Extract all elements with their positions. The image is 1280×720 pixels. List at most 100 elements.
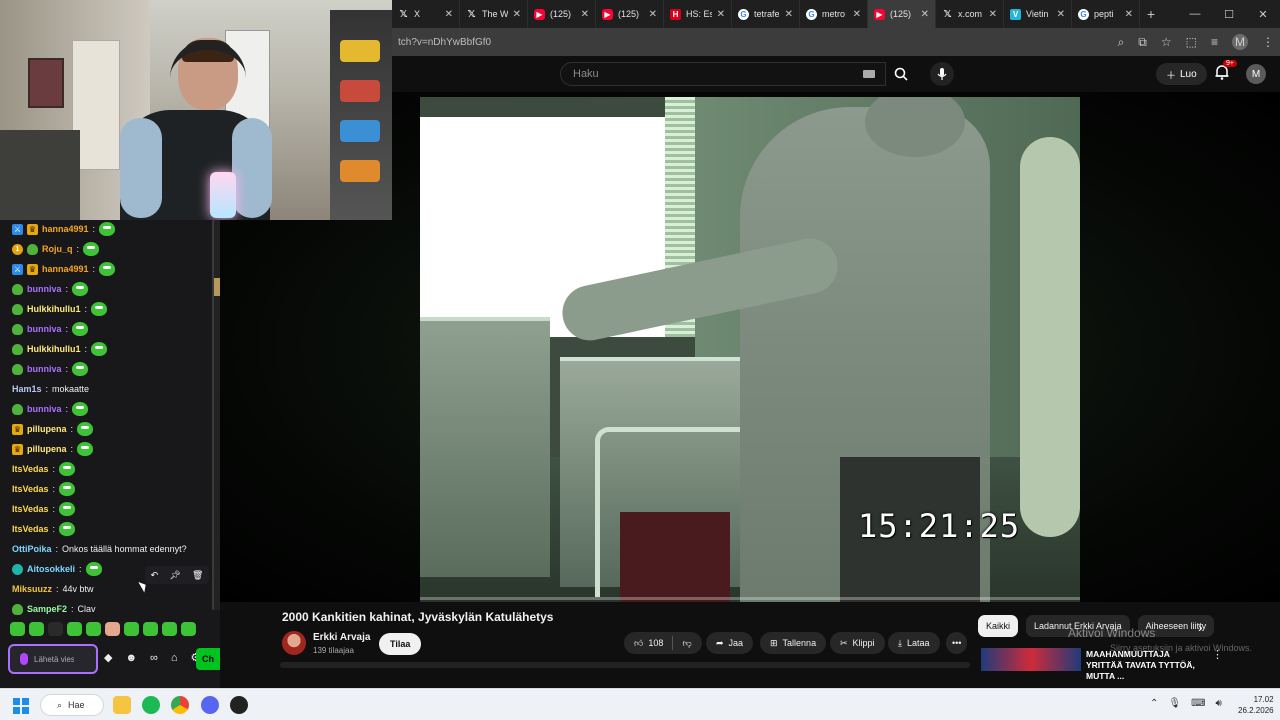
pepe-emote-icon[interactable]: [59, 462, 76, 476]
chat-message[interactable]: ⚔ ♛ hanna4991:: [12, 220, 116, 238]
browser-tab[interactable]: 𝕏 The W ✕: [460, 0, 528, 28]
zoom-icon[interactable]: ⌕: [1118, 35, 1125, 50]
pepe-emote-icon[interactable]: [91, 342, 108, 356]
pepe-emote-icon[interactable]: [72, 282, 89, 296]
reading-list-icon[interactable]: ≡: [1211, 35, 1218, 49]
chat-username[interactable]: ItsVedas: [12, 504, 49, 514]
close-tab-icon[interactable]: ✕: [445, 9, 453, 20]
pepe-emote-icon[interactable]: [72, 362, 89, 376]
delete-icon[interactable]: 🗑︎: [192, 570, 203, 581]
chat-message[interactable]: ItsVedas:: [12, 480, 76, 498]
frog-badge-icon[interactable]: [27, 243, 38, 255]
close-tab-icon[interactable]: ✕: [921, 9, 929, 20]
chat-message[interactable]: bunniva:: [12, 320, 89, 338]
close-tab-icon[interactable]: ✕: [853, 9, 861, 20]
chat-message[interactable]: SampeF2: Clav: [12, 600, 96, 618]
recommendation-title[interactable]: MAAHANMUUTTAJA YRITTÄÄ TAVATA TYTTÖÄ, MU…: [1086, 649, 1206, 682]
frog-badge-icon[interactable]: [12, 603, 23, 615]
chat-username[interactable]: ItsVedas: [12, 524, 49, 534]
chat-message[interactable]: OttiPoika: Onkos täällä hommat edennyt?: [12, 540, 187, 558]
microphone-icon[interactable]: [20, 653, 28, 665]
browser-tab[interactable]: ▶ (125) ✕: [596, 0, 664, 28]
frog-badge-icon[interactable]: [12, 403, 23, 415]
close-tab-icon[interactable]: ✕: [785, 9, 793, 20]
chat-message[interactable]: bunniva:: [12, 360, 89, 378]
chat-message[interactable]: Ham1s: mokaatte: [12, 380, 89, 398]
pepe-emote-icon[interactable]: [72, 322, 89, 336]
thumbs-down-icon[interactable]: 👎︎: [682, 638, 691, 649]
frog-badge-icon[interactable]: [12, 303, 23, 315]
browser-tab[interactable]: ▶ (125) ✕: [528, 0, 596, 28]
pepe-emote-icon[interactable]: [59, 482, 76, 496]
chat-message[interactable]: ♛ pillupena:: [12, 420, 94, 438]
chat-message[interactable]: bunniva:: [12, 400, 89, 418]
chat-username[interactable]: Roju_q: [42, 244, 73, 254]
subscribe-button[interactable]: Tilaa: [379, 633, 422, 655]
more-menu-icon[interactable]: ⋮: [1262, 35, 1274, 49]
emote[interactable]: [29, 622, 44, 636]
frog-badge-icon[interactable]: [12, 283, 23, 295]
extensions-icon[interactable]: ⬚: [1186, 35, 1197, 49]
chat-username[interactable]: pillupena: [27, 424, 67, 434]
chat-message[interactable]: ⚔ ♛ hanna4991:: [12, 260, 116, 278]
notifications-button[interactable]: 9+: [1214, 60, 1237, 82]
chat-username[interactable]: SampeF2: [27, 604, 67, 614]
emote[interactable]: [10, 622, 25, 636]
pepe-emote-icon[interactable]: [77, 422, 94, 436]
chat-username[interactable]: pillupena: [27, 444, 67, 454]
chat-message[interactable]: ♛ pillupena:: [12, 440, 94, 458]
crown-badge-icon[interactable]: ♛: [27, 263, 38, 275]
chat-username[interactable]: bunniva: [27, 324, 62, 334]
minimize-icon[interactable]: —: [1178, 8, 1212, 21]
chevron-up-icon[interactable]: ⌃: [1150, 698, 1158, 709]
chat-username[interactable]: Aitosokkeli: [27, 564, 75, 574]
chat-username[interactable]: ItsVedas: [12, 484, 49, 494]
pepe-emote-icon[interactable]: [77, 442, 94, 456]
chat-message[interactable]: ItsVedas:: [12, 520, 76, 538]
close-tab-icon[interactable]: ✕: [513, 9, 521, 20]
file-explorer-icon[interactable]: [113, 696, 131, 714]
more-actions-button[interactable]: •••: [946, 632, 968, 654]
emote[interactable]: [162, 622, 177, 636]
channel-avatar[interactable]: [282, 631, 306, 655]
search-button[interactable]: [886, 62, 916, 86]
close-tab-icon[interactable]: ✕: [581, 9, 589, 20]
chat-message[interactable]: ItsVedas:: [12, 460, 76, 478]
chat-username[interactable]: bunniva: [27, 364, 62, 374]
emote[interactable]: [105, 622, 120, 636]
close-tab-icon[interactable]: ✕: [649, 9, 657, 20]
chat-message[interactable]: Hulkkihullu1:: [12, 300, 108, 318]
store-icon[interactable]: ⌂: [171, 652, 178, 664]
chat-username[interactable]: Hulkkihullu1: [27, 344, 81, 354]
moderator-badge-icon[interactable]: ⚔: [12, 223, 23, 235]
moderator-badge-icon[interactable]: ⚔: [12, 263, 23, 275]
chat-message[interactable]: Miksuuzz:44v btw: [12, 580, 94, 598]
emote[interactable]: [48, 622, 63, 636]
emote[interactable]: [181, 622, 196, 636]
close-tab-icon[interactable]: ✕: [989, 9, 997, 20]
crown-badge-icon[interactable]: ♛: [12, 423, 23, 435]
browser-tab[interactable]: H HS: Es ✕: [664, 0, 732, 28]
emote[interactable]: [143, 622, 158, 636]
thumbs-up-icon[interactable]: 👍︎: [634, 638, 643, 649]
chevron-right-icon[interactable]: ›: [1198, 619, 1203, 635]
pin-icon[interactable]: 📌︎: [169, 570, 180, 581]
profile-avatar[interactable]: M: [1232, 34, 1248, 50]
close-tab-icon[interactable]: ✕: [1057, 9, 1065, 20]
discord-icon[interactable]: [201, 696, 219, 714]
address-bar[interactable]: tch?v=nDhYwBbfGf0 ⌕ ⧉ ☆ ⬚ ≡ M ⋮: [392, 28, 1280, 56]
youtube-avatar[interactable]: M: [1246, 64, 1266, 84]
chat-message[interactable]: 1 Roju_q:: [12, 240, 100, 258]
bits-icon[interactable]: ◆: [104, 651, 112, 664]
chat-send-button[interactable]: Ch: [196, 648, 220, 670]
channel-points-icon[interactable]: ∞: [150, 652, 158, 664]
pepe-emote-icon[interactable]: [99, 262, 116, 276]
pepe-emote-icon[interactable]: [99, 222, 116, 236]
url-text[interactable]: tch?v=nDhYwBbfGf0: [398, 37, 491, 48]
emote[interactable]: [67, 622, 82, 636]
chat-input-box[interactable]: [8, 644, 98, 674]
chat-username[interactable]: ItsVedas: [12, 464, 49, 474]
video-progress-bar[interactable]: [420, 597, 1080, 600]
obs-icon[interactable]: [230, 696, 248, 714]
crown-badge-icon[interactable]: ♛: [27, 223, 38, 235]
